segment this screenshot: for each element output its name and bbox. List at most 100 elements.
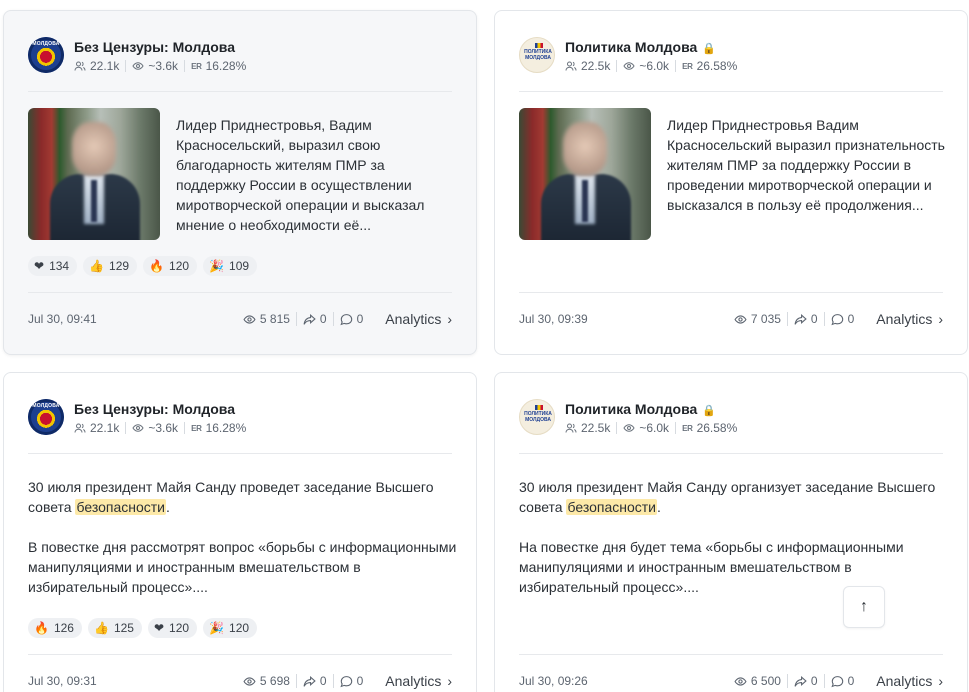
reaction-chip[interactable]: ❤ 120 — [147, 618, 198, 638]
channel-avatar[interactable]: МОЛДОВА — [28, 399, 64, 435]
users-icon — [565, 423, 577, 433]
post-card[interactable]: ПОЛИТИКА МОЛДОВА Политика Молдова 🔒 22.5k… — [494, 372, 968, 692]
er-stat: ER 16.28% — [191, 421, 246, 435]
reaction-chip[interactable]: 🎉 109 — [203, 256, 258, 276]
avg-views-count: ~6.0k — [639, 59, 670, 73]
comments-count: 0 — [356, 674, 364, 688]
views-metric: 7 035 — [734, 312, 781, 326]
divider — [519, 654, 943, 655]
reaction-count: 120 — [169, 621, 190, 635]
er-stat: ER 16.28% — [191, 59, 246, 73]
fire-icon: 🔥 — [149, 259, 165, 273]
channel-name[interactable]: Без Цензуры: Молдова — [74, 39, 235, 55]
channel-stats: 22.5k ~6.0k ER 26.58% — [565, 59, 737, 73]
reaction-chip[interactable]: ❤ 134 — [28, 256, 78, 276]
channel-avatar[interactable]: ПОЛИТИКА МОЛДОВА — [519, 399, 555, 435]
shares-count: 0 — [810, 312, 818, 326]
reaction-count: 126 — [53, 621, 74, 635]
post-text: 30 июля президент Майя Санду проведет за… — [28, 477, 458, 617]
eye-icon — [132, 62, 144, 70]
divider — [28, 654, 452, 655]
subscribers-count: 22.1k — [90, 59, 120, 73]
share-icon — [303, 675, 316, 687]
analytics-link[interactable]: Analytics › — [385, 311, 452, 327]
chevron-right-icon: › — [447, 311, 452, 327]
channel-name-text: Без Цензуры: Молдова — [74, 401, 236, 417]
avatar-text: ПОЛИТИКА МОЛДОВА — [524, 49, 552, 61]
channel-avatar[interactable]: МОЛДОВА — [28, 37, 64, 73]
comments-metric: 0 — [340, 674, 364, 688]
channel-avatar[interactable]: ПОЛИТИКА МОЛДОВА — [519, 37, 555, 73]
eye-icon — [243, 314, 256, 324]
analytics-link[interactable]: Analytics › — [876, 311, 943, 327]
avatar-text: МОЛДОВА — [32, 403, 60, 409]
post-card[interactable]: МОЛДОВА Без Цензуры: Молдова 22.1k ~3.6k… — [3, 10, 477, 355]
post-paragraph: В повестке дня рассмотрят вопрос «борьбы… — [28, 539, 457, 595]
analytics-link[interactable]: Analytics › — [876, 673, 943, 689]
avatar-text: МОЛДОВА — [32, 41, 60, 47]
chevron-right-icon: › — [447, 673, 452, 689]
avg-views-stat: ~6.0k — [623, 421, 669, 435]
divider — [28, 91, 452, 92]
lock-icon: 🔒 — [702, 43, 717, 55]
avatar-text: ПОЛИТИКА МОЛДОВА — [524, 411, 552, 423]
share-icon — [303, 313, 316, 325]
channel-name[interactable]: Без Цензуры: Молдова — [74, 401, 235, 417]
reaction-count: 109 — [229, 259, 250, 273]
divider — [519, 91, 943, 92]
divider — [519, 292, 943, 293]
reaction-chip[interactable]: 🔥 120 — [143, 256, 198, 276]
avg-views-count: ~6.0k — [639, 421, 670, 435]
avg-views-count: ~3.6k — [148, 421, 179, 435]
er-icon: ER — [191, 61, 202, 71]
subscribers-stat: 22.5k — [565, 59, 610, 73]
shares-metric: 0 — [794, 312, 818, 326]
analytics-label: Analytics — [876, 673, 933, 689]
reaction-count: 120 — [169, 259, 190, 273]
comment-icon — [340, 313, 352, 325]
reaction-chip[interactable]: 👍 129 — [83, 256, 138, 276]
post-card[interactable]: МОЛДОВА Без Цензуры: Молдова 22.1k ~3.6k… — [3, 372, 477, 692]
share-icon — [794, 675, 807, 687]
channel-name-text: Без Цензуры: Молдова — [74, 39, 236, 55]
comment-icon — [340, 675, 352, 687]
lock-icon: 🔒 — [702, 405, 717, 417]
reaction-count: 125 — [113, 621, 134, 635]
post-date: Jul 30, 09:31 — [28, 674, 97, 688]
shares-metric: 0 — [303, 312, 327, 326]
shares-count: 0 — [810, 674, 818, 688]
text-segment: . — [166, 499, 170, 515]
chevron-right-icon: › — [938, 311, 943, 327]
reaction-count: 134 — [49, 259, 70, 273]
post-card[interactable]: ПОЛИТИКА МОЛДОВА Политика Молдова 🔒 22.5k… — [494, 10, 968, 355]
reaction-chip[interactable]: 🎉 120 — [203, 618, 258, 638]
reaction-chip[interactable]: 🔥 126 — [28, 618, 82, 638]
text-segment: . — [657, 499, 661, 515]
eye-icon — [623, 424, 635, 432]
er-icon: ER — [682, 423, 693, 433]
post-date: Jul 30, 09:26 — [519, 674, 588, 688]
avg-views-stat: ~3.6k — [132, 59, 178, 73]
channel-name[interactable]: Политика Молдова 🔒 — [565, 39, 716, 55]
er-value: 26.58% — [696, 421, 738, 435]
analytics-link[interactable]: Analytics › — [385, 673, 452, 689]
comments-count: 0 — [356, 312, 364, 326]
post-image[interactable] — [28, 108, 160, 240]
posts-grid: МОЛДОВА Без Цензуры: Молдова 22.1k ~3.6k… — [0, 0, 969, 692]
analytics-label: Analytics — [876, 311, 933, 327]
users-icon — [74, 423, 86, 433]
er-value: 26.58% — [696, 59, 738, 73]
subscribers-count: 22.5k — [581, 421, 611, 435]
shares-metric: 0 — [303, 674, 327, 688]
post-footer: Jul 30, 09:31 5 698 0 0 Analytics › — [28, 671, 452, 691]
scroll-to-top-button[interactable]: ↑ — [843, 586, 885, 628]
er-value: 16.28% — [205, 421, 247, 435]
er-value: 16.28% — [205, 59, 247, 73]
comment-icon — [831, 313, 843, 325]
reaction-chip[interactable]: 👍 125 — [87, 618, 142, 638]
thumbs-up-icon: 👍 — [89, 259, 105, 273]
post-image[interactable] — [519, 108, 651, 240]
post-text: Лидер Приднестровья Вадим Красносельский… — [667, 117, 945, 213]
channel-name[interactable]: Политика Молдова 🔒 — [565, 401, 716, 417]
views-count: 6 500 — [750, 674, 781, 688]
